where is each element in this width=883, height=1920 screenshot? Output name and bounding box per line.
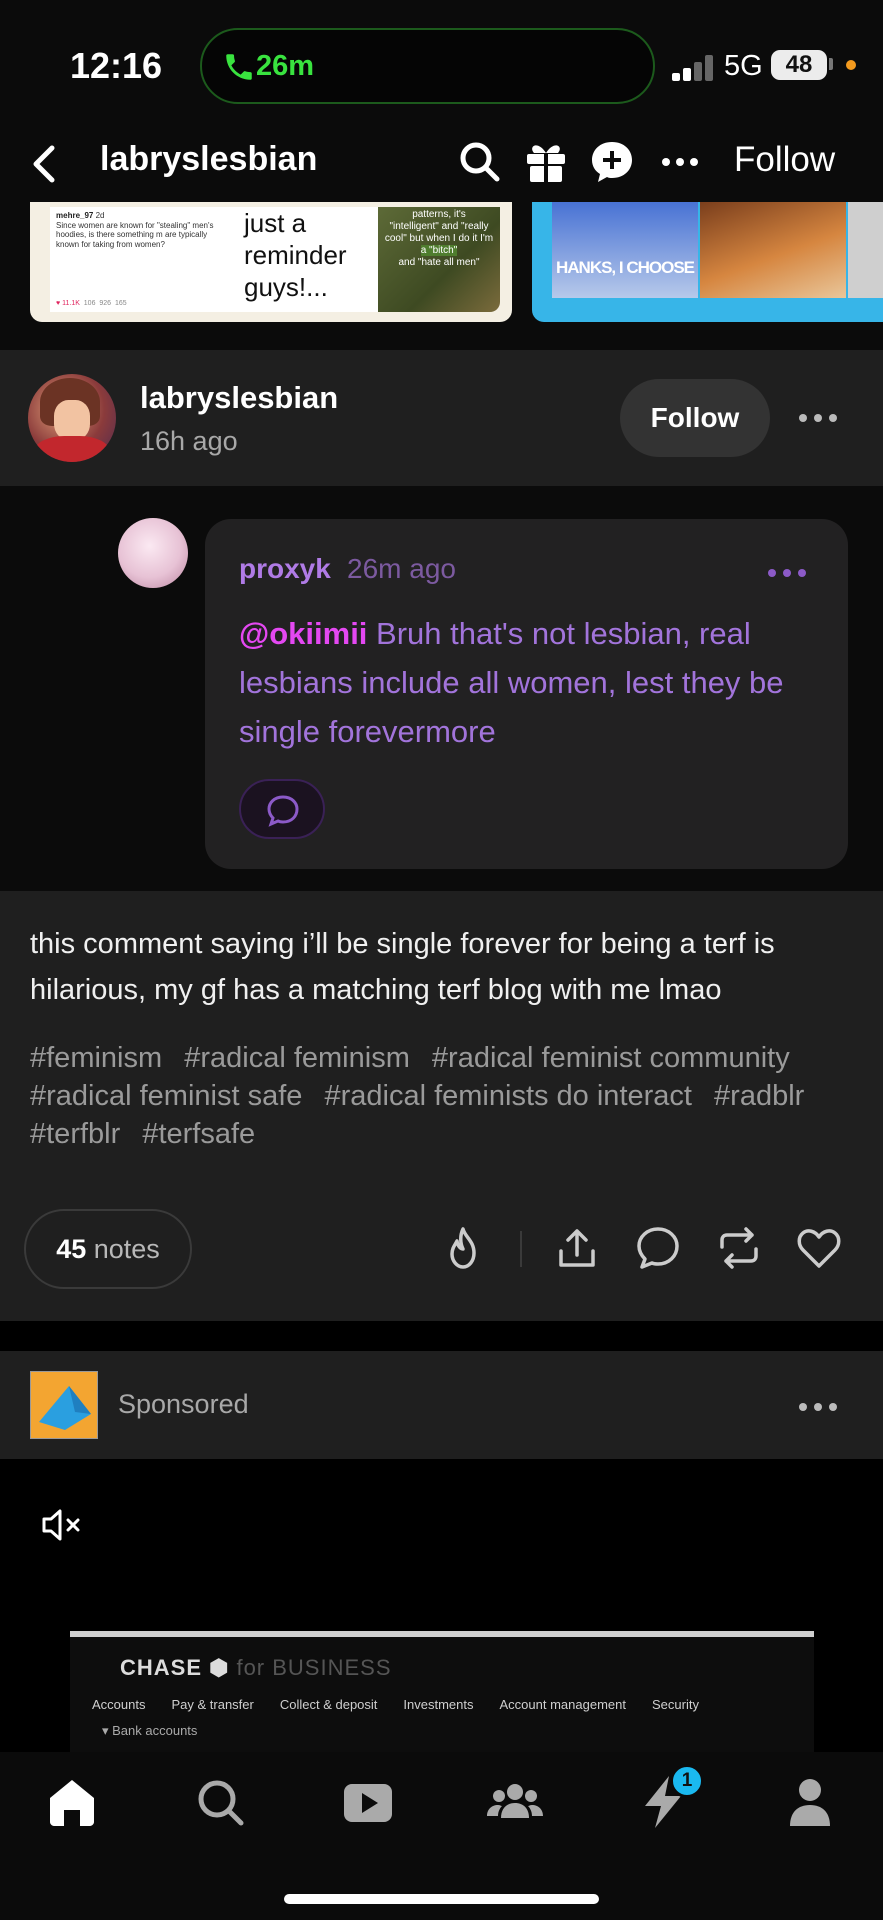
comment-text: @okiimii Bruh that's not lesbian, real l… <box>239 609 819 756</box>
tweet-views: 165 <box>114 299 127 307</box>
status-time: 12:16 <box>70 45 163 86</box>
comment-icon[interactable] <box>633 1223 683 1273</box>
privacy-indicator-dot <box>846 60 856 70</box>
meme-text-mid: "intelligent" and "really cool" but when… <box>384 221 494 244</box>
search-icon[interactable] <box>454 136 506 188</box>
ad-screen-image: CHASE ⬢ for BUSINESS Accounts Pay & trans… <box>70 1631 814 1752</box>
post-header: labryslesbian 16h ago Follow <box>0 350 883 486</box>
sponsor-logo[interactable] <box>30 1371 98 1439</box>
notes-button[interactable]: 45 notes <box>24 1209 192 1289</box>
call-duration: 26m <box>256 50 315 82</box>
action-divider <box>520 1231 522 1267</box>
signal-icon <box>672 55 716 81</box>
meme-text-highlight: a "bitch" <box>420 245 458 256</box>
network-type: 5G <box>724 50 763 82</box>
comment-reply-button[interactable] <box>239 779 325 839</box>
notes-count: 45 <box>56 1234 87 1264</box>
tweet-user: mehre_97 <box>56 211 94 220</box>
feed-divider <box>0 1321 883 1351</box>
tweet-text: Since women are known for "stealing" men… <box>56 220 214 249</box>
post-tags: #feminism #radical feminism #radical fem… <box>30 1039 860 1153</box>
carousel-card[interactable]: HANKS, I CHOOSE <box>532 202 883 322</box>
comment-card[interactable]: proxyk 26m ago @okiimii Bruh that's not … <box>205 519 848 869</box>
gift-icon[interactable] <box>520 136 572 188</box>
tweet-age: 2d <box>95 211 105 220</box>
new-message-icon[interactable] <box>586 136 638 188</box>
card-caption: just a reminder guys!... <box>228 207 378 312</box>
reblog-area: proxyk 26m ago @okiimii Bruh that's not … <box>0 486 883 891</box>
comment-more-icon[interactable] <box>765 559 809 587</box>
comment-username[interactable]: proxyk <box>239 553 331 585</box>
card-tweet-screenshot: mehre_97 2d Since women are known for "s… <box>50 207 228 312</box>
tag-link[interactable]: #radblr <box>714 1080 804 1112</box>
tag-link[interactable]: #radical feminist safe <box>30 1080 302 1112</box>
tweet-retweets: 926 <box>99 299 112 307</box>
ad-subnav: ▾ Bank accounts <box>102 1723 198 1738</box>
post-blog-name[interactable]: labryslesbian <box>140 380 338 416</box>
more-options-icon[interactable] <box>796 402 840 434</box>
tag-link[interactable]: #terfblr <box>30 1118 120 1150</box>
tweet-replies: 106 <box>83 299 96 307</box>
bottom-tab-bar: 1 <box>0 1752 883 1920</box>
ad-brand: CHASE ⬢ for BUSINESS <box>120 1655 392 1680</box>
page-title: labryslesbian <box>100 140 318 178</box>
sponsored-header: Sponsored <box>0 1351 883 1459</box>
community-icon[interactable] <box>485 1772 545 1832</box>
comment-mention[interactable]: @okiimii <box>239 616 367 651</box>
card-image <box>848 202 883 298</box>
battery-tip <box>829 58 833 70</box>
blog-header: labryslesbian Follow <box>0 126 883 202</box>
status-bar: 12:16 26m 5G 48 <box>0 0 883 126</box>
post-text: this comment saying i’ll be single forev… <box>30 928 775 1006</box>
comment-timestamp: 26m ago <box>347 553 456 584</box>
reply-bubble-icon <box>267 795 299 827</box>
back-arrow-icon[interactable] <box>20 134 72 194</box>
blaze-flame-icon[interactable] <box>438 1223 488 1273</box>
follow-button[interactable]: Follow <box>620 379 770 457</box>
post-timestamp: 16h ago <box>140 426 238 456</box>
tag-link[interactable]: #feminism <box>30 1042 162 1074</box>
card-image <box>700 202 846 298</box>
sponsored-label: Sponsored <box>118 1389 249 1419</box>
avatar[interactable] <box>28 374 116 462</box>
related-posts-carousel[interactable]: mehre_97 2d Since women are known for "s… <box>0 202 883 350</box>
battery-icon: 48 <box>771 50 827 80</box>
tweet-likes: 11.1K <box>62 299 80 307</box>
phone-icon <box>226 54 252 80</box>
home-icon[interactable] <box>42 1772 102 1832</box>
share-icon[interactable] <box>552 1223 602 1273</box>
tag-link[interactable]: #terfsafe <box>142 1118 255 1150</box>
sponsored-video[interactable]: CHASE ⬢ for BUSINESS Accounts Pay & trans… <box>0 1459 883 1752</box>
commenter-avatar[interactable] <box>118 518 188 588</box>
tweet-stats: ♥ 11.1K 106 926 165 <box>56 299 127 307</box>
like-heart-icon[interactable] <box>794 1223 844 1273</box>
sponsor-logo-mark <box>31 1372 97 1438</box>
tag-link[interactable]: #radical feminists do interact <box>324 1080 692 1112</box>
active-call-pill[interactable]: 26m <box>200 28 655 104</box>
more-options-icon[interactable] <box>654 136 706 188</box>
meme-text-top: patterns, it's <box>412 209 466 220</box>
tag-link[interactable]: #radical feminism <box>184 1042 410 1074</box>
tag-link[interactable]: #radical feminist community <box>432 1042 790 1074</box>
post-body: this comment saying i’ll be single forev… <box>0 891 883 1321</box>
card-image-caption: HANKS, I CHOOSE <box>555 258 695 277</box>
notes-label: notes <box>93 1234 160 1264</box>
video-icon[interactable] <box>338 1772 398 1832</box>
header-follow-button[interactable]: Follow <box>734 140 835 180</box>
ad-nav: Accounts Pay & transfer Collect & deposit I… <box>92 1697 699 1712</box>
more-options-icon[interactable] <box>796 1391 840 1423</box>
carousel-card[interactable]: mehre_97 2d Since women are known for "s… <box>30 202 512 322</box>
card-meme-image: patterns, it's "intelligent" and "really… <box>378 207 500 312</box>
mute-icon[interactable] <box>40 1505 86 1545</box>
account-icon[interactable] <box>780 1772 840 1832</box>
home-indicator <box>284 1894 599 1904</box>
card-image: HANKS, I CHOOSE <box>552 202 698 298</box>
meme-text-end: and "hate all men" <box>398 257 480 268</box>
search-icon[interactable] <box>190 1772 250 1832</box>
activity-badge: 1 <box>670 1764 704 1798</box>
reblog-icon[interactable] <box>714 1223 764 1273</box>
